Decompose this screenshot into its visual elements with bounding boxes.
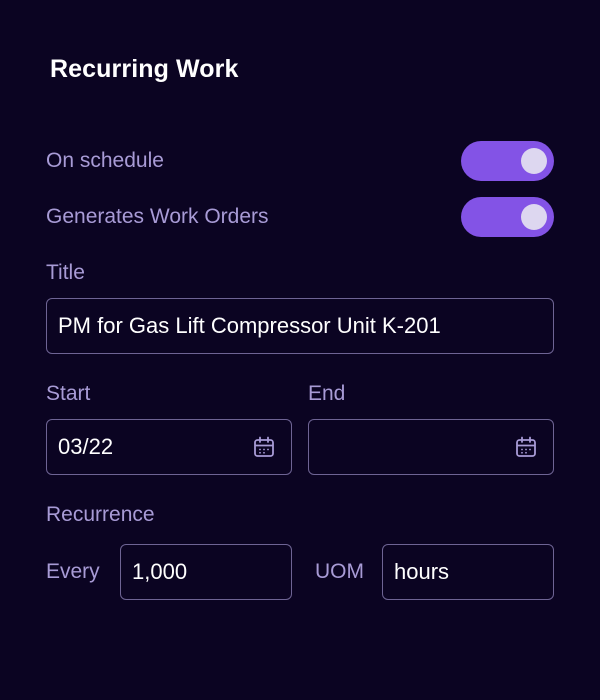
recurrence-label: Recurrence <box>46 503 155 526</box>
start-date-value: 03/22 <box>58 434 114 459</box>
title-input[interactable]: PM for Gas Lift Compressor Unit K-201 <box>46 298 554 354</box>
panel-title: Recurring Work <box>50 55 239 83</box>
end-date-input[interactable] <box>308 419 554 475</box>
title-input-value: PM for Gas Lift Compressor Unit K-201 <box>58 313 441 338</box>
uom-select-value: hours <box>394 559 450 584</box>
every-input[interactable]: 1,000 <box>120 544 292 600</box>
calendar-icon[interactable] <box>515 436 537 458</box>
end-label: End <box>308 382 346 405</box>
calendar-icon[interactable] <box>253 436 275 458</box>
toggle-knob <box>521 148 547 174</box>
generates-work-orders-toggle[interactable] <box>461 197 554 237</box>
uom-label: UOM <box>315 560 364 583</box>
start-date-input[interactable]: 03/22 <box>46 419 292 475</box>
title-label: Title <box>46 261 85 284</box>
on-schedule-label: On schedule <box>46 149 164 172</box>
uom-select[interactable]: hours <box>382 544 554 600</box>
every-input-value: 1,000 <box>132 559 188 584</box>
start-label: Start <box>46 382 91 405</box>
toggle-knob <box>521 204 547 230</box>
generates-work-orders-label: Generates Work Orders <box>46 205 269 228</box>
every-label: Every <box>46 560 100 583</box>
on-schedule-toggle[interactable] <box>461 141 554 181</box>
